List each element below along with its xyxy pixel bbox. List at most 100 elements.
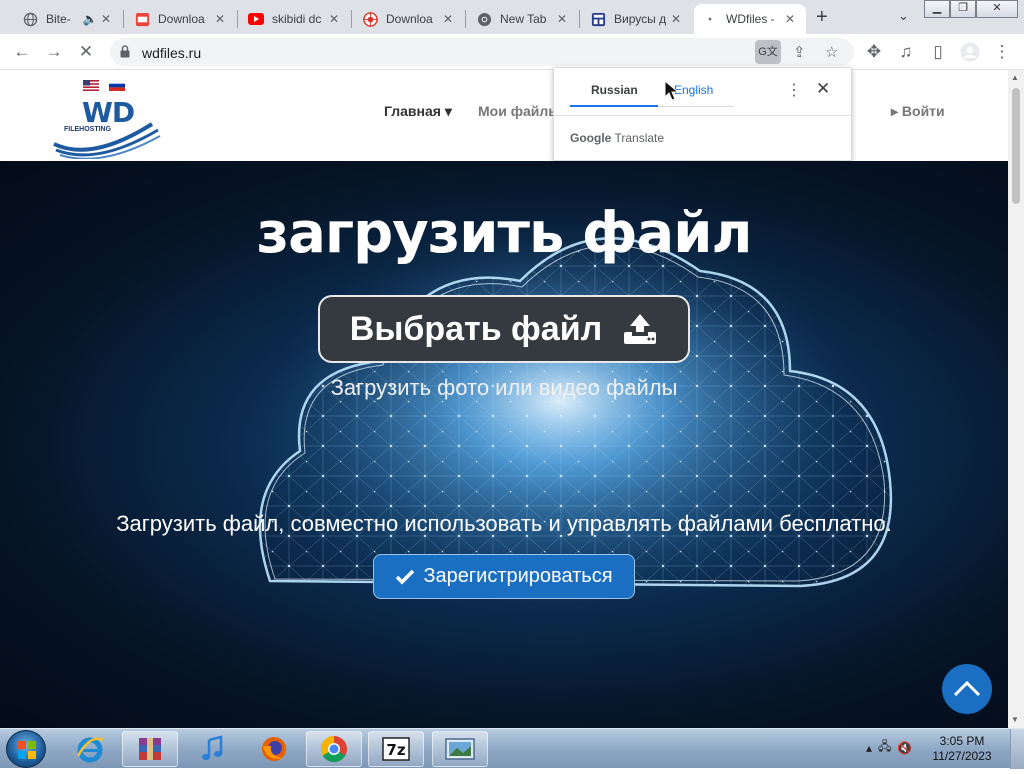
check-icon xyxy=(396,569,415,584)
stop-loading-icon[interactable]: ✕ xyxy=(76,42,96,62)
browser-tab[interactable]: New Tab ✕ xyxy=(468,4,578,34)
popup-footer: Google Translate xyxy=(570,131,664,145)
windows-logo-icon xyxy=(18,741,36,759)
hero-description: Загрузить файл, совместно использовать и… xyxy=(116,511,892,536)
tab-separator xyxy=(579,10,580,28)
tab-title: Downloa xyxy=(386,12,433,26)
media-controls-icon[interactable]: ♫ xyxy=(896,42,916,62)
7zip-taskbar-icon[interactable]: 7z xyxy=(368,731,424,767)
browser-tab[interactable]: Bite- 🔈 ✕ xyxy=(14,4,122,34)
side-panel-icon[interactable]: ▯ xyxy=(928,42,948,62)
tab-close-icon[interactable]: ✕ xyxy=(554,12,570,26)
new-tab-button[interactable]: + xyxy=(816,6,828,29)
translate-label: Translate xyxy=(614,131,665,145)
internet-explorer-taskbar-icon[interactable] xyxy=(62,731,118,767)
source-language-tab[interactable]: Russian xyxy=(591,83,638,97)
speaker-icon[interactable]: 🔈 xyxy=(82,12,98,26)
browser-tab[interactable]: Downloa ✕ xyxy=(126,4,236,34)
tab-separator xyxy=(465,10,466,28)
tab-close-icon[interactable]: ✕ xyxy=(326,12,342,26)
nav-home[interactable]: Главная ▾ xyxy=(384,103,452,120)
firefox-taskbar-icon[interactable] xyxy=(246,731,302,767)
extensions-puzzle-icon[interactable]: ✥ xyxy=(864,42,884,62)
clock-time: 3:05 PM xyxy=(939,734,985,748)
site-logo[interactable]: WD FILEHOSTING xyxy=(52,94,162,159)
tab-search-chevron-icon[interactable]: ⌄ xyxy=(898,8,909,24)
tab-separator xyxy=(237,10,238,28)
scroll-down-arrow-icon[interactable]: ▼ xyxy=(1011,715,1019,724)
chrome-icon xyxy=(476,11,492,27)
browser-tab[interactable]: Вирусы д ✕ xyxy=(582,4,692,34)
back-arrow-icon[interactable]: ← xyxy=(12,42,32,62)
register-button[interactable]: Зарегистрироваться xyxy=(373,554,635,599)
hero-section: загрузить файл Выбрать файл Загрузить фо… xyxy=(0,161,1008,728)
window-controls: ▁ ❐ ✕ xyxy=(924,0,1018,18)
close-icon[interactable]: ✕ xyxy=(816,79,830,99)
itunes-taskbar-icon[interactable] xyxy=(184,731,240,767)
bookmark-star-icon[interactable]: ☆ xyxy=(825,43,838,61)
restore-button[interactable]: ❐ xyxy=(950,0,976,18)
minimize-button[interactable]: ▁ xyxy=(924,0,950,18)
taskbar-clock[interactable]: 3:05 PM 11/27/2023 xyxy=(928,734,996,764)
globe-icon xyxy=(22,11,38,27)
scroll-to-top-button[interactable] xyxy=(942,664,992,714)
browser-tab[interactable]: Downloa ✕ xyxy=(354,4,464,34)
register-label: Зарегистрироваться xyxy=(423,565,613,587)
chrome-taskbar-icon[interactable] xyxy=(306,731,362,767)
mouse-cursor-icon xyxy=(664,80,680,101)
tab-separator xyxy=(351,10,352,28)
svg-text:7z: 7z xyxy=(386,741,405,759)
show-desktop-button[interactable] xyxy=(1010,729,1024,769)
tab-separator xyxy=(123,10,124,28)
show-hidden-icons-arrow-icon[interactable]: ▴ xyxy=(866,741,872,755)
browser-tab-active[interactable]: WDfiles - ✕ xyxy=(694,4,806,34)
tab-close-icon[interactable]: ✕ xyxy=(212,12,228,26)
profile-avatar-icon[interactable] xyxy=(960,42,980,67)
browser-tab[interactable]: skibidi dc ✕ xyxy=(240,4,350,34)
volume-muted-icon[interactable]: 🔇 xyxy=(897,741,912,755)
translate-popup: Russian English ⋮ ✕ Google Translate xyxy=(553,67,852,161)
tab-underline xyxy=(658,106,734,107)
web-page: WD FILEHOSTING Главная ▾ Мои файлы ▸ Вой… xyxy=(0,70,1008,728)
close-window-button[interactable]: ✕ xyxy=(976,0,1018,18)
upload-icon xyxy=(624,314,657,344)
browser-toolbar: ← → ✕ wdfiles.ru G文 ⇪ ☆ ✥ ♫ ▯ ⋮ xyxy=(0,34,1024,70)
choose-file-button[interactable]: Выбрать файл xyxy=(318,295,690,363)
forward-arrow-icon[interactable]: → xyxy=(44,42,64,62)
tab-strip: Bite- 🔈 ✕ Downloa ✕ skibidi dc ✕ Downloa… xyxy=(0,0,1024,34)
menu-kebab-icon[interactable]: ⋮ xyxy=(992,42,1012,62)
translate-icon[interactable]: G文 xyxy=(755,40,781,64)
logo-swoosh-icon xyxy=(53,122,161,159)
tab-close-icon[interactable]: ✕ xyxy=(782,12,798,26)
start-button[interactable] xyxy=(6,730,46,768)
tab-title: Вирусы д xyxy=(614,12,667,26)
image-viewer-taskbar-icon[interactable] xyxy=(432,731,488,767)
us-flag-icon[interactable] xyxy=(83,80,99,91)
scroll-thumb[interactable] xyxy=(1012,88,1020,204)
nav-my-files[interactable]: Мои файлы xyxy=(478,103,560,119)
scroll-up-arrow-icon[interactable]: ▲ xyxy=(1011,73,1019,82)
network-icon[interactable]: 🖧 xyxy=(878,737,891,758)
address-bar[interactable]: wdfiles.ru G文 ⇪ ☆ xyxy=(110,38,854,66)
winrar-taskbar-icon[interactable] xyxy=(122,731,178,767)
tab-title: WDfiles - xyxy=(726,12,775,26)
nav-login[interactable]: ▸ Войти xyxy=(891,103,945,120)
url-text: wdfiles.ru xyxy=(142,45,202,61)
chevron-up-icon xyxy=(953,680,981,697)
system-tray: ▴ 🖧 🔇 xyxy=(866,737,912,758)
active-tab-underline xyxy=(570,105,658,107)
page-scrollbar[interactable]: ▲ ▼ xyxy=(1008,70,1024,728)
more-options-icon[interactable]: ⋮ xyxy=(786,80,802,100)
tab-close-icon[interactable]: ✕ xyxy=(98,12,114,26)
clock-date: 11/27/2023 xyxy=(932,749,992,763)
download-site-icon xyxy=(134,11,150,27)
tab-close-icon[interactable]: ✕ xyxy=(668,12,684,26)
google-brand: Google xyxy=(570,131,612,145)
tab-title: skibidi dc xyxy=(272,12,322,26)
ru-flag-icon[interactable] xyxy=(109,80,125,91)
windows-taskbar: 7z ▴ 🖧 🔇 3:05 PM 11/27/2023 xyxy=(0,728,1024,769)
tab-close-icon[interactable]: ✕ xyxy=(440,12,456,26)
site-icon xyxy=(590,11,606,27)
share-icon[interactable]: ⇪ xyxy=(793,43,806,61)
tab-title: New Tab xyxy=(500,12,547,26)
